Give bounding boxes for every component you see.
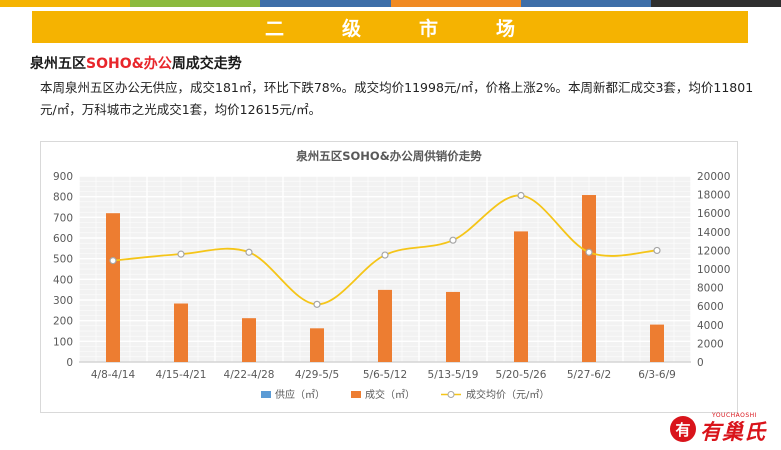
point-price <box>245 248 253 256</box>
heading-suffix: 周成交走势 <box>171 56 242 72</box>
point-price <box>449 236 457 244</box>
bar-deals <box>446 291 460 362</box>
y-left-tick-label: 400 <box>53 274 73 286</box>
y-left-tick-label: 700 <box>53 212 73 224</box>
point-price <box>177 250 185 258</box>
point-price <box>653 246 661 255</box>
x-tick-label: 6/3-6/9 <box>638 369 676 381</box>
x-tick-label: 5/13-5/19 <box>428 369 479 381</box>
point-price <box>109 257 117 265</box>
legend-label-deals: 成交（㎡） <box>365 388 415 401</box>
x-tick-label: 4/8-4/14 <box>91 369 136 381</box>
y-left-tick-label: 0 <box>66 357 73 369</box>
chart-title: 泉州五区SOHO&办公周供销价走势 <box>295 149 482 163</box>
x-tick-label: 5/27-6/2 <box>567 369 611 381</box>
legend-swatch-supply <box>261 391 271 398</box>
legend-swatch-price-marker <box>447 391 455 398</box>
point-price <box>517 191 525 200</box>
y-left-tick-label: 900 <box>53 171 73 183</box>
section-heading: 泉州五区SOHO&办公周成交走势 <box>30 53 242 73</box>
heading-prefix: 泉州五区 <box>30 56 86 72</box>
y-left-tick-label: 800 <box>53 192 73 204</box>
legend-swatch-deals <box>351 391 361 398</box>
top-color-bar <box>0 0 781 7</box>
bar-deals <box>174 303 188 362</box>
heading-accent: SOHO&办公 <box>86 56 172 72</box>
bar-deals <box>582 195 596 362</box>
y-left-tick-label: 300 <box>53 295 73 307</box>
point-price <box>585 248 593 256</box>
y-left-tick-label: 200 <box>53 316 73 328</box>
y-right-tick-label: 16000 <box>697 208 730 220</box>
y-right-tick-label: 4000 <box>697 320 724 332</box>
bar-deals <box>242 318 256 362</box>
y-right-tick-label: 6000 <box>697 301 724 313</box>
section-banner: 二级市场 <box>32 11 748 43</box>
y-right-tick-label: 20000 <box>697 171 730 183</box>
y-right-tick-label: 8000 <box>697 283 724 295</box>
logo-mark-icon: 有 <box>670 416 696 442</box>
x-tick-label: 4/22-4/28 <box>224 369 275 381</box>
top-bar-segment <box>520 0 651 7</box>
y-right-tick-label: 2000 <box>697 338 724 350</box>
summary-paragraph: 本周泉州五区办公无供应，成交181㎡，环比下跌78%。成交均价11998元/㎡，… <box>40 80 754 117</box>
top-bar-segment <box>260 0 391 7</box>
chart-container: 0 100 200 300 400 500 600 700 800 900 0 2000 4000 600… <box>40 141 738 413</box>
y-right-tick-label: 12000 <box>697 245 730 257</box>
point-price <box>313 300 321 308</box>
legend-label-supply: 供应（㎡） <box>275 388 325 401</box>
brand-logo: 有 YOUCHAOSHI 有巢氏 <box>668 412 780 448</box>
bar-deals <box>106 213 120 362</box>
top-bar-segment <box>0 0 131 7</box>
y-right-tick-label: 18000 <box>697 190 730 202</box>
bar-deals <box>514 231 528 362</box>
x-tick-label: 5/20-5/26 <box>496 369 547 381</box>
y-left-tick-label: 600 <box>53 233 73 245</box>
y-left-tick-label: 100 <box>53 336 73 348</box>
logo-name: 有巢氏 <box>700 420 766 444</box>
y-right-tick-label: 14000 <box>697 227 730 239</box>
x-tick-label: 4/15-4/21 <box>156 369 207 381</box>
x-tick-label: 5/6-5/12 <box>363 369 407 381</box>
y-right-tick-label: 0 <box>697 357 704 369</box>
y-right-tick-label: 10000 <box>697 264 730 276</box>
chart-svg: 0 100 200 300 400 500 600 700 800 900 0 2000 4000 600… <box>53 149 730 401</box>
top-bar-segment <box>390 0 521 7</box>
x-tick-label: 4/29-5/5 <box>295 369 339 381</box>
bar-deals <box>310 328 324 362</box>
top-bar-segment <box>650 0 781 7</box>
point-price <box>381 251 389 259</box>
legend-label-price: 成交均价（元/㎡） <box>466 388 549 401</box>
bar-deals <box>378 289 392 362</box>
bar-deals <box>650 324 664 362</box>
y-left-tick-label: 500 <box>53 254 73 266</box>
top-bar-segment <box>130 0 261 7</box>
banner-title: 二级市场 <box>264 17 573 40</box>
